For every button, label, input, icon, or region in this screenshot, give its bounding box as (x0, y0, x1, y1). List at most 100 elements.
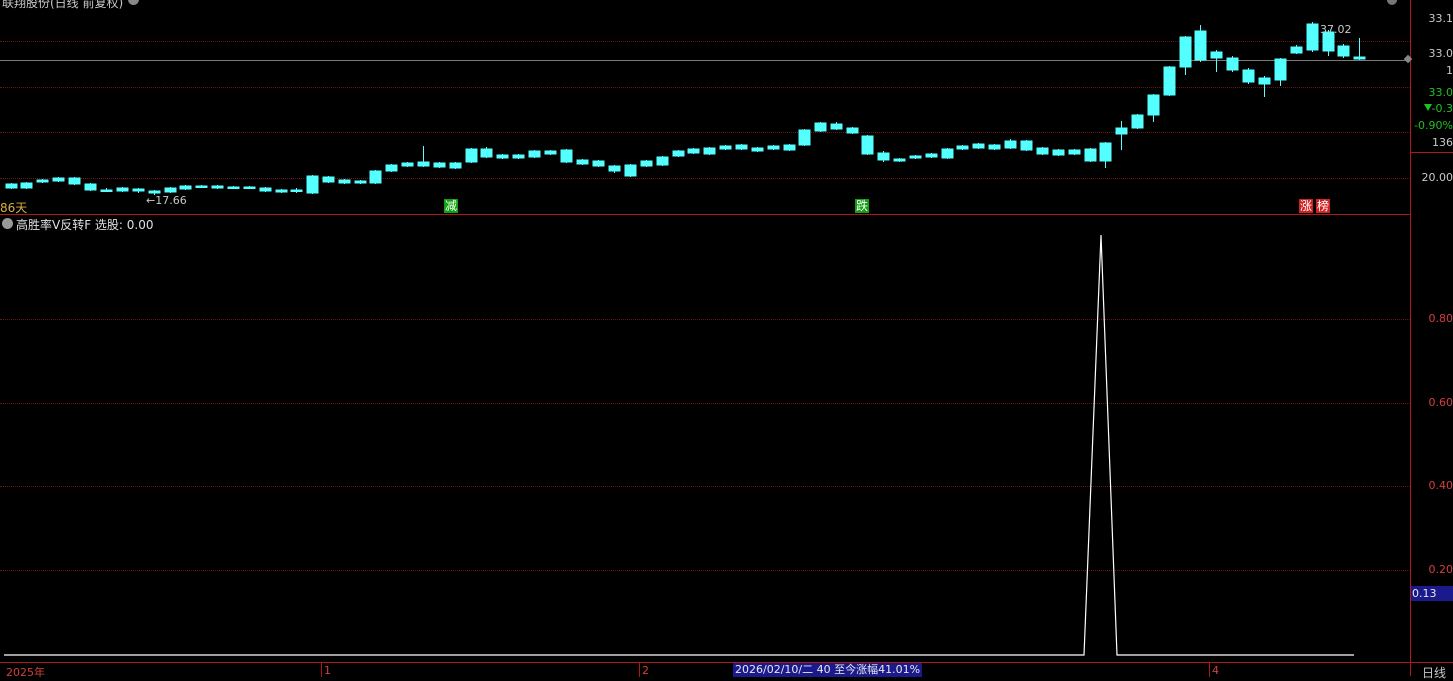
candlestick (497, 154, 508, 159)
candle-body (228, 187, 239, 189)
marker-zhang: 涨 (1299, 199, 1313, 213)
candlestick (673, 150, 684, 157)
candlestick (609, 165, 620, 173)
candle-body (402, 163, 413, 166)
price-change: -0.3 (1432, 102, 1453, 115)
candle-body (894, 159, 905, 161)
candle-body (942, 149, 953, 158)
candle-body (752, 148, 763, 151)
candle-body (497, 155, 508, 158)
candlestick (101, 188, 112, 192)
candlestick (402, 162, 413, 167)
candle-body (910, 156, 921, 158)
candlestick (37, 179, 48, 183)
candlestick (212, 185, 223, 189)
candle-body (1338, 46, 1349, 56)
candle-body (481, 149, 492, 157)
candlestick (625, 164, 636, 177)
candlestick (926, 153, 937, 158)
candle-body (149, 191, 160, 193)
candlestick (1180, 36, 1191, 75)
candle-body (673, 151, 684, 156)
candle-body (133, 189, 144, 191)
candlestick (1243, 68, 1254, 84)
candle-body (736, 145, 747, 149)
candlestick (577, 159, 588, 165)
candle-body (1259, 78, 1270, 84)
candlestick (370, 170, 381, 184)
time-label: 2 (642, 664, 649, 677)
axis-label: 0.60 (1429, 396, 1453, 409)
candlestick (1148, 94, 1159, 122)
candle-body (386, 165, 397, 171)
candlestick (69, 177, 80, 185)
candlestick (831, 122, 842, 130)
candlestick (466, 148, 477, 163)
volume-label: 136 (1432, 136, 1453, 149)
candlestick (513, 154, 524, 159)
candle-body (1132, 115, 1143, 128)
candlestick (260, 187, 271, 192)
candlestick (276, 189, 287, 193)
candle-body (561, 150, 572, 162)
candlestick (117, 187, 128, 192)
candlestick (1005, 139, 1016, 149)
candlestick (1338, 44, 1349, 58)
candle-body (69, 178, 80, 184)
candle-body (323, 177, 334, 182)
candlestick (862, 135, 873, 155)
axis-label: 0.40 (1429, 479, 1453, 492)
candlestick (1164, 66, 1175, 96)
candlestick (593, 160, 604, 167)
axis-label: 0.20 (1429, 563, 1453, 576)
candlestick (815, 122, 826, 132)
candlestick (641, 160, 652, 167)
high-price-label: 37.02 (1320, 23, 1352, 36)
axis-label: 33.0 (1429, 47, 1453, 60)
candle-body (989, 145, 1000, 149)
candle-body (815, 123, 826, 131)
candlestick (989, 144, 1000, 150)
candle-body (276, 190, 287, 192)
candlestick (1037, 147, 1048, 155)
indicator-panel[interactable]: 高胜率V反转F 选股: 0.00 (0, 215, 1410, 662)
candlestick (85, 183, 96, 191)
candle-body (307, 176, 318, 193)
candle-body (291, 190, 302, 192)
candlestick-chart (0, 0, 1410, 214)
candlestick (529, 150, 540, 158)
indicator-line-chart (0, 215, 1410, 662)
candlestick (180, 185, 191, 190)
candle-body (1085, 149, 1096, 161)
candlestick (244, 186, 255, 189)
marker-bang: 榜 (1316, 199, 1330, 213)
candle-body (1148, 95, 1159, 115)
candle-body (1307, 24, 1318, 50)
candle-body (657, 157, 668, 165)
candle-body (799, 130, 810, 145)
candlestick (228, 186, 239, 189)
price-panel[interactable]: 联翔股份(日线 前复权) ←17.66 37.02 86天 减 跌 涨 榜 (0, 0, 1410, 214)
candlestick (973, 143, 984, 149)
candle-body (1069, 150, 1080, 154)
candlestick (165, 187, 176, 193)
candle-body (196, 186, 207, 188)
candlestick (450, 162, 461, 169)
candlestick (339, 179, 350, 184)
candle-body (1005, 141, 1016, 148)
candle-body (529, 151, 540, 157)
candlestick (307, 175, 318, 194)
candle-body (450, 163, 461, 168)
period-selector[interactable]: 日线 (1422, 664, 1446, 681)
candlestick (355, 180, 366, 184)
candle-body (6, 184, 17, 188)
candlestick (894, 158, 905, 162)
candlestick (196, 185, 207, 188)
candle-body (768, 146, 779, 149)
candle-body (355, 181, 366, 183)
candle-body (101, 190, 112, 192)
candle-body (434, 163, 445, 167)
candlestick (799, 129, 810, 146)
candlestick (291, 188, 302, 193)
axis-label: 33.0 (1429, 86, 1453, 99)
